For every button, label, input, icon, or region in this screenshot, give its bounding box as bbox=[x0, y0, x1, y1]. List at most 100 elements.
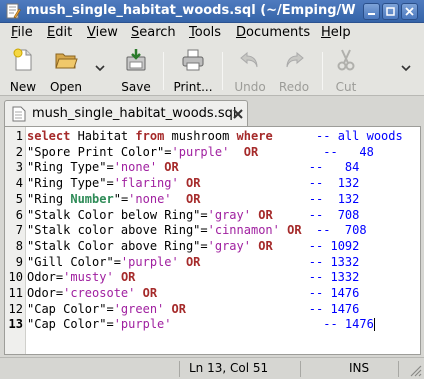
code-line[interactable]: Odor='musty' OR -- 1332 bbox=[27, 270, 359, 285]
code-text: "Cap Color"= bbox=[27, 317, 114, 332]
toolbar-separator bbox=[322, 52, 323, 90]
string-literal: 'flaring' bbox=[113, 176, 179, 191]
maximize-button[interactable] bbox=[382, 3, 399, 20]
status-separator bbox=[398, 361, 399, 377]
code-line[interactable]: "Stalk color above Ring"='cinnamon' OR -… bbox=[27, 223, 367, 238]
sql-comment: -- 1332 bbox=[308, 254, 360, 269]
string-literal: 'purple' bbox=[120, 254, 179, 269]
sql-comment: -- 84 bbox=[308, 160, 360, 175]
menu-search[interactable]: Search bbox=[131, 25, 176, 40]
string-literal: 'none' bbox=[113, 160, 158, 175]
minimize-button[interactable] bbox=[363, 3, 380, 20]
line-number: 7 bbox=[15, 223, 23, 238]
window-title: mush_single_habitat_woods.sql (~/Emping/… bbox=[26, 3, 356, 18]
sql-keyword: OR bbox=[185, 176, 201, 191]
document-icon bbox=[12, 106, 26, 122]
code-text: "Gill Color"= bbox=[27, 254, 121, 269]
sql-comment: -- 1476 bbox=[308, 286, 360, 300]
text-cursor bbox=[373, 318, 375, 332]
menu-documents[interactable]: Documents bbox=[236, 25, 310, 40]
undo-button[interactable]: Undo bbox=[232, 48, 268, 94]
status-separator bbox=[179, 361, 180, 377]
open-recent-dropdown-icon[interactable] bbox=[95, 64, 105, 72]
close-window-button[interactable] bbox=[401, 3, 418, 20]
menu-file[interactable]: File bbox=[11, 25, 33, 40]
string-literal: 'none' bbox=[128, 191, 172, 206]
code-line[interactable]: select Habitat from mushroom where -- al… bbox=[27, 129, 403, 144]
code-line[interactable]: "Ring Number"='none' OR -- 132 bbox=[27, 192, 359, 207]
code-line[interactable]: "Ring Type"='flaring' OR -- 132 bbox=[27, 176, 359, 191]
sql-comment: -- 708 bbox=[316, 223, 367, 238]
sql-keyword: OR bbox=[164, 160, 179, 175]
code-text: "Ring Type"= bbox=[27, 160, 114, 175]
title-bar[interactable]: mush_single_habitat_woods.sql (~/Emping/… bbox=[0, 0, 424, 23]
string-literal: 'creosote' bbox=[63, 286, 136, 300]
cut-button[interactable]: Cut bbox=[331, 48, 361, 94]
redo-button[interactable]: Redo bbox=[276, 48, 312, 94]
sql-keyword: OR bbox=[258, 207, 273, 222]
sql-comment: -- 1476 bbox=[308, 301, 360, 316]
status-bar: Ln 13, Col 51 INS bbox=[0, 357, 424, 379]
sql-comment: -- 1092 bbox=[308, 238, 360, 253]
sql-keyword: OR bbox=[243, 144, 259, 159]
cursor-position: Ln 13, Col 51 bbox=[189, 361, 269, 375]
sql-keyword: OR bbox=[142, 286, 158, 300]
line-number: 2 bbox=[15, 144, 23, 159]
code-text: "Spore Print Color"= bbox=[27, 144, 172, 159]
tab-label: mush_single_habitat_woods.sql bbox=[32, 106, 237, 121]
code-line[interactable]: "Cap Color"='green' OR -- 1476 bbox=[27, 302, 359, 317]
toolbar-separator bbox=[222, 52, 223, 90]
code-line[interactable]: "Ring Type"='none' OR -- 84 bbox=[27, 160, 359, 175]
menu-edit[interactable]: Edit bbox=[47, 25, 72, 40]
toolbar: New Open Save Print... Undo Redo Cut bbox=[0, 44, 424, 96]
string-literal: 'musty' bbox=[63, 270, 114, 285]
line-number: 6 bbox=[15, 207, 23, 222]
new-button[interactable]: New bbox=[6, 48, 40, 94]
sql-keyword: OR bbox=[120, 270, 136, 285]
sql-keyword: OR bbox=[258, 238, 273, 253]
toolbar-overflow-icon[interactable] bbox=[401, 64, 411, 72]
code-text: mushroom bbox=[164, 129, 237, 143]
maximize-icon bbox=[386, 7, 395, 16]
menu-help[interactable]: Help bbox=[321, 25, 351, 40]
sql-keyword: OR bbox=[185, 254, 201, 269]
close-icon bbox=[405, 7, 414, 16]
sql-keyword: where bbox=[236, 129, 273, 143]
print-button[interactable]: Print... bbox=[172, 48, 214, 94]
string-literal: 'green' bbox=[113, 301, 165, 316]
save-icon bbox=[126, 49, 146, 71]
code-editor[interactable]: 1 2 3 4 5 6 7 8 9 10 11 12 13 select Habitat from mu… bbox=[4, 126, 421, 355]
code-line[interactable]: "Cap Color"='purple' -- 1476 bbox=[27, 317, 375, 332]
close-tab-icon[interactable] bbox=[232, 108, 244, 120]
code-line[interactable]: Odor='creosote' OR -- 1476 bbox=[27, 286, 359, 301]
line-number-gutter: 1 2 3 4 5 6 7 8 9 10 11 12 13 bbox=[5, 127, 26, 354]
menu-tools[interactable]: Tools bbox=[189, 25, 221, 40]
save-button[interactable]: Save bbox=[119, 48, 153, 94]
sql-comment: -- 132 bbox=[308, 176, 360, 191]
line-number: 11 bbox=[8, 286, 23, 300]
tab-document[interactable]: mush_single_habitat_woods.sql bbox=[4, 100, 248, 127]
code-line[interactable]: "Stalk Color below Ring"='gray' OR -- 70… bbox=[27, 208, 359, 223]
code-line[interactable]: "Gill Color"='purple' OR -- 1332 bbox=[27, 255, 359, 270]
sql-comment: -- 48 bbox=[323, 144, 374, 159]
resize-grip-icon[interactable] bbox=[408, 363, 422, 377]
line-number: 5 bbox=[15, 191, 23, 206]
open-button[interactable]: Open bbox=[48, 48, 84, 94]
menu-view[interactable]: View bbox=[87, 25, 118, 40]
string-literal: 'purple' bbox=[171, 144, 230, 159]
string-literal: 'gray' bbox=[207, 207, 251, 222]
code-line[interactable]: "Spore Print Color"='purple' OR -- 48 bbox=[27, 145, 374, 160]
string-literal: 'cinnamon' bbox=[207, 223, 280, 238]
code-line[interactable]: "Stalk Color above Ring"='gray' OR -- 10… bbox=[27, 239, 359, 254]
sql-comment: -- 708 bbox=[308, 207, 360, 222]
sql-comment: -- 1476 bbox=[323, 317, 374, 332]
